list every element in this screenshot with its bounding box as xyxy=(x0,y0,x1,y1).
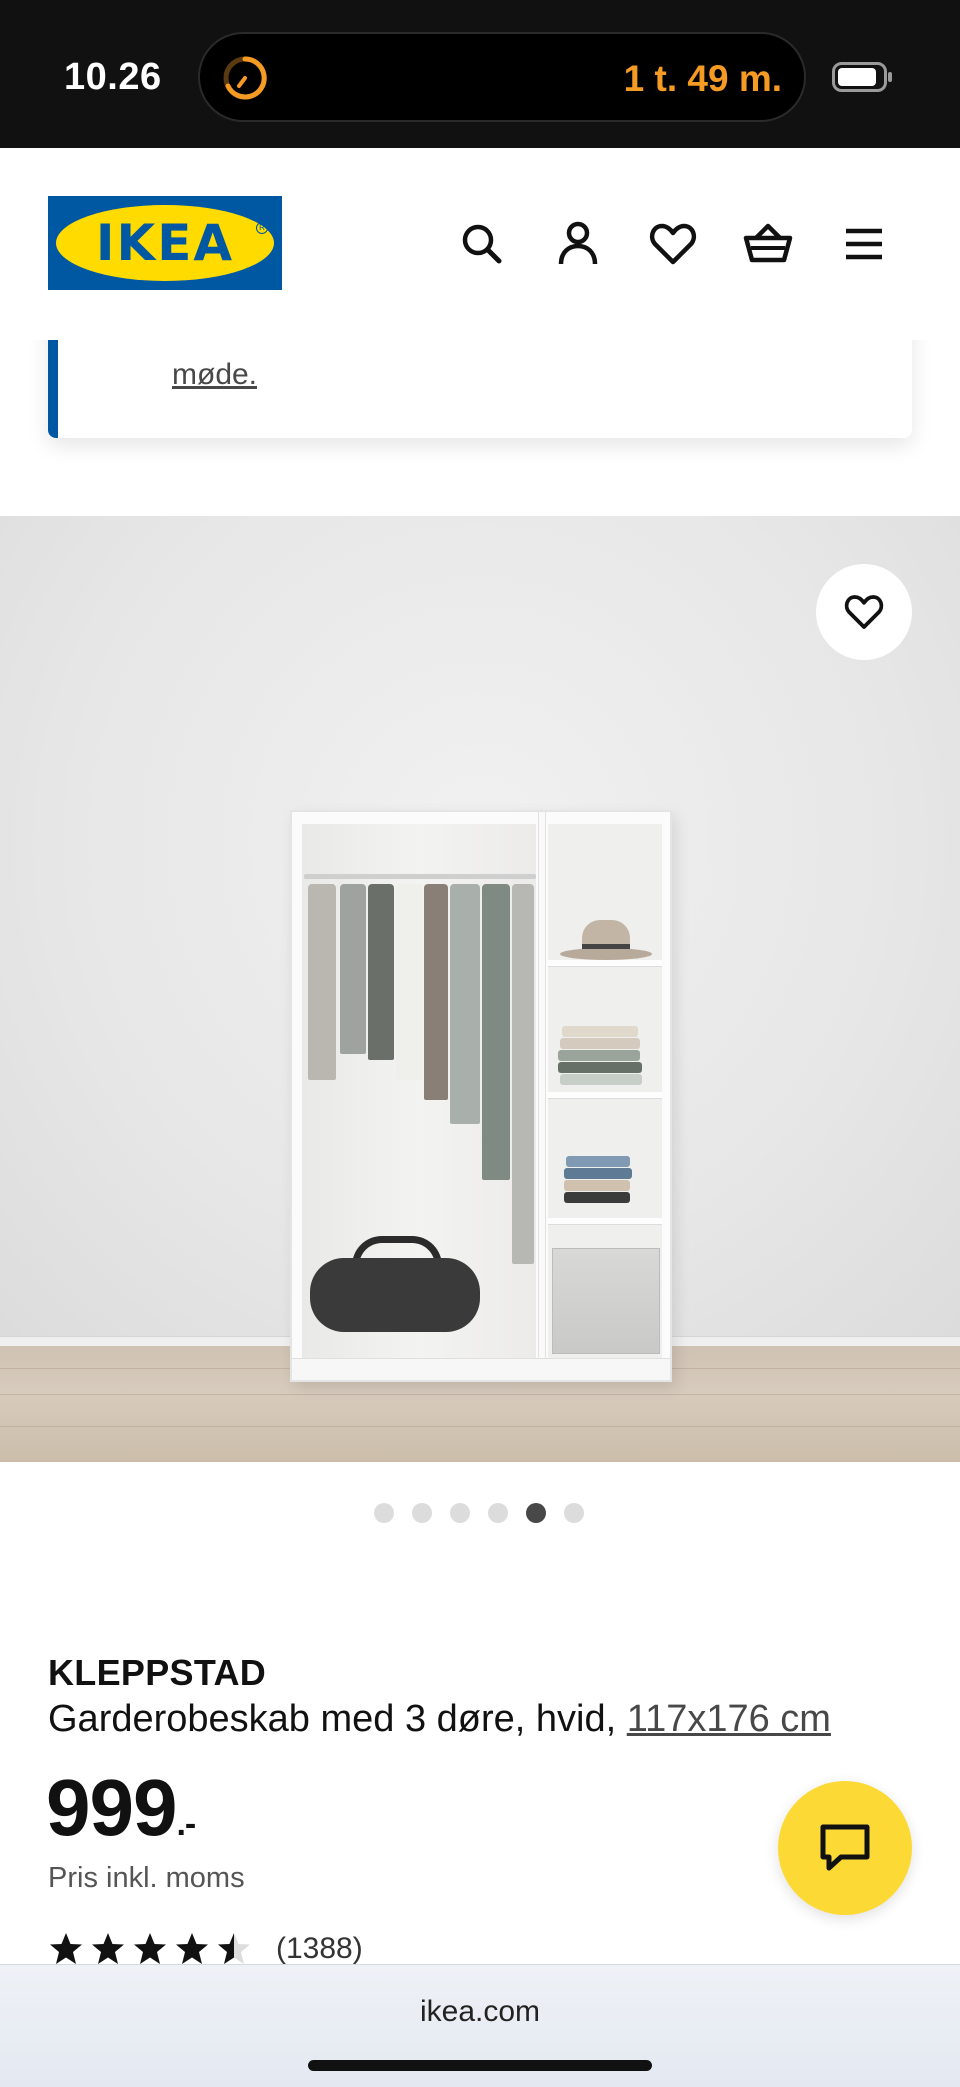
product-image[interactable] xyxy=(0,516,960,1462)
carousel-dot[interactable] xyxy=(488,1503,508,1523)
review-count: (1388) xyxy=(276,1932,363,1965)
browser-address-bar[interactable]: ikea.com xyxy=(0,1964,960,2087)
carousel-dot[interactable] xyxy=(450,1503,470,1523)
dynamic-island[interactable]: 1 t. 49 m. xyxy=(198,32,806,122)
search-icon[interactable] xyxy=(456,218,508,270)
account-icon[interactable] xyxy=(552,218,604,270)
rating[interactable]: (1388) xyxy=(48,1932,363,1965)
status-bar: 10.26 1 t. 49 m. xyxy=(0,0,960,148)
site-header: IKEA R xyxy=(0,148,960,340)
product-description-text: Garderobeskab med 3 døre, hvid, xyxy=(48,1698,627,1740)
star-icon xyxy=(134,1933,166,1964)
logo-text: IKEA xyxy=(95,214,235,272)
half-star-icon xyxy=(218,1933,250,1964)
product-name: KLEPPSTAD xyxy=(48,1652,267,1693)
star-icon xyxy=(92,1933,124,1964)
price-note: Pris inkl. moms xyxy=(48,1862,245,1894)
star-icon xyxy=(176,1933,208,1964)
wardrobe-illustration xyxy=(290,810,672,1382)
url-text[interactable]: ikea.com xyxy=(0,1995,960,2029)
price-suffix: .- xyxy=(176,1805,196,1843)
carousel-dots xyxy=(374,1503,584,1523)
chat-button[interactable] xyxy=(778,1781,912,1915)
favorite-button[interactable] xyxy=(816,564,912,660)
timer-text: 1 t. 49 m. xyxy=(623,58,782,99)
home-indicator[interactable] xyxy=(308,2060,652,2071)
timer-icon xyxy=(223,56,267,100)
notice-link[interactable]: møde. xyxy=(172,358,257,392)
carousel-dot[interactable] xyxy=(412,1503,432,1523)
registered-mark: R xyxy=(256,222,268,234)
basket-icon[interactable] xyxy=(742,218,794,270)
price-value: 999 xyxy=(46,1763,177,1852)
carousel-dot[interactable] xyxy=(374,1503,394,1523)
product-price: 999.- xyxy=(46,1762,196,1854)
product-size-link[interactable]: 117x176 cm xyxy=(627,1698,831,1740)
battery-icon xyxy=(832,62,892,92)
chat-icon xyxy=(820,1824,870,1871)
heart-icon[interactable] xyxy=(647,218,699,270)
menu-icon[interactable] xyxy=(838,218,890,270)
product-description: Garderobeskab med 3 døre, hvid, 117x176 … xyxy=(48,1698,831,1741)
status-time: 10.26 xyxy=(64,56,162,98)
star-icon xyxy=(50,1933,82,1964)
carousel-dot[interactable] xyxy=(564,1503,584,1523)
carousel-dot-active[interactable] xyxy=(526,1503,546,1523)
heart-icon xyxy=(844,595,884,629)
ikea-logo[interactable]: IKEA R xyxy=(48,196,282,290)
